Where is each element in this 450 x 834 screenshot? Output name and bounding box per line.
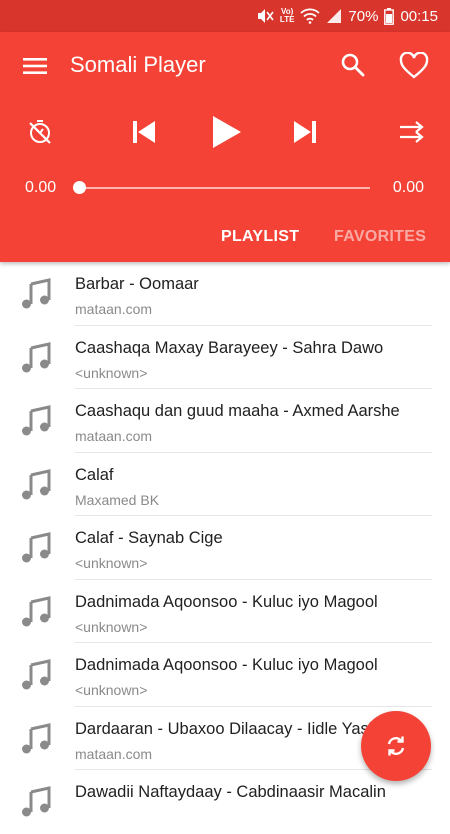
list-item[interactable]: Barbar - Oomaar mataan.com xyxy=(0,262,450,326)
music-note-icon xyxy=(22,278,51,309)
timer-off-icon[interactable] xyxy=(26,118,54,146)
list-item[interactable]: Caashaqu dan guud maaha - Axmed Aarshe m… xyxy=(0,389,450,453)
battery-icon xyxy=(384,7,395,25)
refresh-icon xyxy=(387,736,405,756)
play-icon[interactable] xyxy=(209,114,243,150)
list-item[interactable]: Dadnimada Aqoonsoo - Kuluc iyo Magool <u… xyxy=(0,643,450,707)
total-time: 0.00 xyxy=(392,179,424,196)
song-title: Dawadii Naftaydaay - Cabdinaasir Macalin xyxy=(75,783,386,801)
music-note-icon xyxy=(22,468,51,499)
current-time: 0.00 xyxy=(25,179,57,196)
search-icon[interactable] xyxy=(340,52,366,78)
tab-playlist[interactable]: PLAYLIST xyxy=(221,228,299,246)
list-item[interactable]: Calaf - Saynab Cige <unknown> xyxy=(0,516,450,580)
status-icons: Vo) LTE 70% 00:15 xyxy=(256,0,438,32)
music-note-icon xyxy=(22,786,51,817)
song-artist: <unknown> xyxy=(75,618,148,635)
music-note-icon xyxy=(22,722,51,753)
song-artist: mataan.com xyxy=(75,301,153,317)
song-title: Caashaqa Maxay Barayeey - Sahra Dawo xyxy=(75,338,384,357)
music-note-icon xyxy=(22,595,51,626)
music-note-icon xyxy=(22,659,51,690)
heart-icon[interactable] xyxy=(399,52,429,80)
song-title: Dadnimada Aqoonsoo - Kuluc iyo Magool xyxy=(75,592,378,611)
list-item[interactable]: Dadnimada Aqoonsoo - Kuluc iyo Magool <u… xyxy=(0,580,450,643)
lte-icon: Vo) LTE xyxy=(279,7,295,24)
clock: 00:15 xyxy=(400,7,438,25)
song-title: Caashaqu dan guud maaha - Axmed Aarshe xyxy=(75,402,400,420)
next-icon[interactable] xyxy=(292,119,318,145)
status-bar: Vo) LTE 70% 00:15 xyxy=(0,0,450,32)
app-bar: Somali Player 0.00 0.00 PLAYLIST FAVORIT… xyxy=(0,32,450,262)
song-artist: mataan.com xyxy=(75,428,153,444)
song-artist: <unknown> xyxy=(75,555,148,571)
seek-bar[interactable] xyxy=(80,187,370,189)
list-item[interactable]: Calaf Maxamed BK xyxy=(0,453,450,516)
signal-icon xyxy=(327,9,342,23)
battery-percent: 70% xyxy=(348,7,379,25)
music-note-icon xyxy=(22,532,51,563)
song-artist: <unknown> xyxy=(75,364,148,381)
song-title: Dadnimada Aqoonsoo - Kuluc iyo Magool xyxy=(75,656,378,674)
seek-thumb[interactable] xyxy=(73,181,86,194)
wifi-icon xyxy=(300,8,321,24)
tab-favorites[interactable]: FAVORITES xyxy=(334,228,426,246)
repeat-order-icon[interactable] xyxy=(398,120,426,144)
song-title: Calaf - Saynab Cige xyxy=(75,529,223,547)
mute-icon xyxy=(257,9,274,23)
song-artist: mataan.com xyxy=(75,745,153,762)
list-item[interactable]: Dawadii Naftaydaay - Cabdinaasir Macalin xyxy=(0,770,450,834)
song-artist: Maxamed BK xyxy=(75,491,160,508)
refresh-button[interactable] xyxy=(361,711,431,781)
menu-icon[interactable] xyxy=(22,53,48,79)
music-note-icon xyxy=(22,341,51,372)
music-note-icon xyxy=(22,405,51,436)
list-item[interactable]: Caashaqa Maxay Barayeey - Sahra Dawo <un… xyxy=(0,326,450,389)
song-title: Barbar - Oomaar xyxy=(75,275,199,293)
song-artist: <unknown> xyxy=(75,682,148,698)
song-title: Calaf xyxy=(75,465,114,484)
previous-icon[interactable] xyxy=(131,119,157,145)
app-title: Somali Player xyxy=(70,52,206,77)
